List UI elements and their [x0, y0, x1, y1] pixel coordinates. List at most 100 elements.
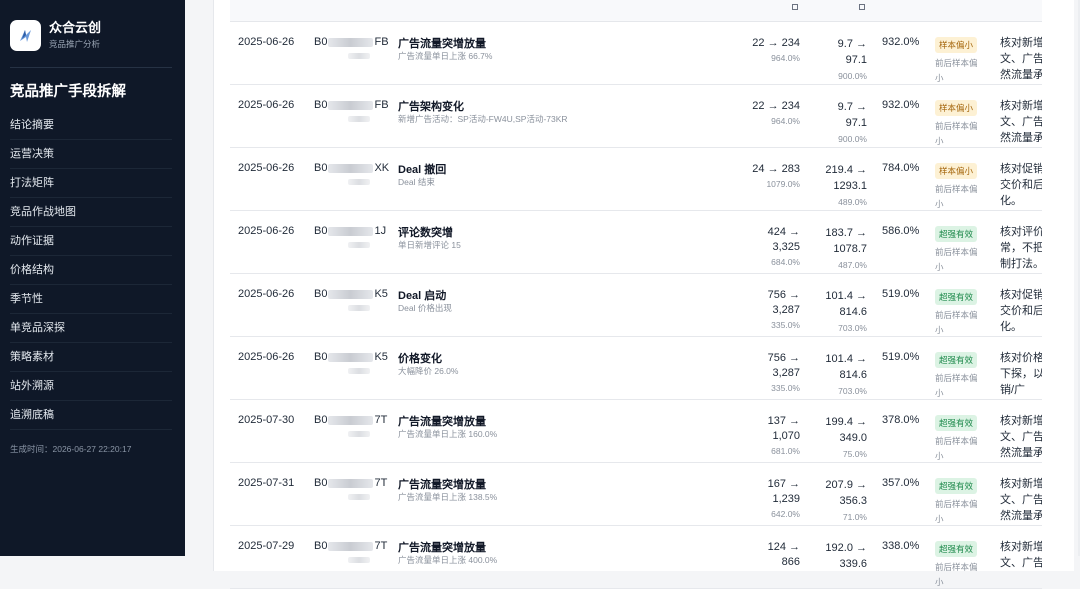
sort-icon[interactable]: [792, 4, 798, 10]
action-note: 核对新增文、广告然流量承: [1000, 415, 1042, 459]
table-row[interactable]: 2025-07-31 B0 7T 广告流量突增放量 广告流量单日上涨 138.5%…: [230, 463, 1042, 526]
table-row[interactable]: 2025-07-30 B0 7T 广告流量突增放量 广告流量单日上涨 160.0%…: [230, 400, 1042, 463]
metric1-change: 167 →: [767, 478, 800, 490]
status-badge: 超强有效: [935, 289, 978, 305]
asin[interactable]: B0 7T: [314, 414, 387, 426]
metric1-change: 424 →: [767, 226, 800, 238]
action-note: 核对新增文、广告: [1000, 541, 1042, 569]
metric2-pct: 703.0%: [838, 323, 867, 333]
sort-icon[interactable]: [859, 4, 865, 10]
asin[interactable]: B0 K5: [314, 351, 388, 363]
metric1: 22 → 234 964.0%: [752, 99, 800, 129]
event-title: 评论数突增: [398, 227, 453, 239]
status-badge: 样本偏小: [935, 37, 978, 53]
table-row[interactable]: 2025-06-26 B0 1J 评论数突增 单日新增评论 15 424 → 3,…: [230, 211, 1042, 274]
table-row[interactable]: 2025-07-29 B0 7T 广告流量突增放量 广告流量单日上涨 400.0%…: [230, 526, 1042, 589]
event-description: 广告流量单日上涨 160.0%: [398, 429, 498, 439]
asin-redaction: [348, 494, 370, 500]
metric2: 9.7 → 97.1 900.0%: [838, 36, 867, 84]
event-date: 2025-07-29: [238, 540, 295, 552]
generated-time: 生成时间：2026-06-27 22:20:17: [10, 444, 132, 454]
sidebar-item-decisions[interactable]: 运营决策: [10, 140, 172, 169]
event-description: 广告流量单日上涨 138.5%: [398, 492, 498, 502]
event-description: 单日新增评论 15: [398, 240, 461, 250]
table-row[interactable]: 2025-06-26 B0 K5 价格变化 大幅降价 26.0% 756 → 3,…: [230, 337, 1042, 400]
event-date: 2025-07-31: [238, 477, 295, 489]
status-badge: 超强有效: [935, 541, 978, 557]
total-change: 784.0%: [882, 162, 920, 174]
metric2: 207.9 → 356.3 71.0%: [825, 477, 867, 525]
sidebar-item-seasonality[interactable]: 季节性: [10, 285, 172, 314]
table-header: [230, 0, 1042, 22]
metric2-after: 97.1: [845, 54, 867, 66]
asin[interactable]: B0 7T: [314, 540, 387, 552]
asin-redaction: [348, 431, 370, 437]
sample-note: 前后样本偏小: [935, 499, 978, 524]
metric1-pct: 642.0%: [771, 509, 800, 519]
metric2-before: 9.7 →: [837, 38, 867, 50]
metric2-pct: 489.0%: [838, 197, 867, 207]
asin-prefix: B0: [314, 288, 328, 300]
metric1-after: 1,239: [772, 493, 800, 505]
sidebar-item-matrix[interactable]: 打法矩阵: [10, 169, 172, 198]
asin-prefix: B0: [314, 351, 328, 363]
event-title: Deal 启动: [398, 290, 447, 302]
brand-name: 众合云创: [49, 20, 102, 35]
asin-prefix: B0: [314, 540, 328, 552]
sidebar-item-evidence[interactable]: 动作证据: [10, 227, 172, 256]
metric1-after: 3,325: [772, 241, 800, 253]
table-row[interactable]: 2025-06-26 B0 FB 广告架构变化 新增广告活动：SP活动-FW4U,…: [230, 85, 1042, 148]
sidebar-item-summary[interactable]: 结论摘要: [10, 111, 172, 140]
sample-note: 前后样本偏小: [935, 562, 978, 587]
metric1-pct: 964.0%: [771, 116, 800, 126]
action-note: 核对评价常，不把制打法。: [1000, 226, 1042, 270]
brand-subtitle: 竞品推广分析: [49, 39, 101, 49]
total-change: 932.0%: [882, 36, 920, 48]
metric1-change: 124 →: [767, 541, 800, 553]
asin-suffix: 7T: [374, 477, 388, 489]
sample-note: 前后样本偏小: [935, 247, 978, 272]
event-date: 2025-06-26: [238, 99, 295, 111]
metric2-after: 339.6: [839, 558, 867, 570]
sidebar-item-price[interactable]: 价格结构: [10, 256, 172, 285]
asin-prefix: B0: [314, 162, 328, 174]
table-row[interactable]: 2025-06-26 B0 K5 Deal 启动 Deal 价格出现 756 → …: [230, 274, 1042, 337]
total-change: 586.0%: [882, 225, 920, 237]
metric1: 756 → 3,287 335.0%: [768, 288, 800, 333]
status-badge: 超强有效: [935, 352, 978, 368]
metric1-pct: 1079.0%: [766, 179, 800, 189]
status-badge: 样本偏小: [935, 100, 978, 116]
asin-redaction: [328, 37, 374, 47]
sidebar-item-offsite[interactable]: 站外溯源: [10, 372, 172, 401]
metric1-pct: 964.0%: [771, 53, 800, 63]
asin[interactable]: B0 XK: [314, 162, 389, 174]
asin[interactable]: B0 1J: [314, 225, 386, 237]
table-row[interactable]: 2025-06-26 B0 FB 广告流量突增放量 广告流量单日上涨 66.7% …: [230, 22, 1042, 85]
metric2: 199.4 → 349.0 75.0%: [825, 414, 867, 462]
event-title: 广告流量突增放量: [398, 416, 486, 428]
sidebar-item-materials[interactable]: 策略素材: [10, 343, 172, 372]
brand[interactable]: 众合云创 竞品推广分析: [10, 20, 101, 51]
metric2-after: 349.0: [839, 432, 867, 444]
asin[interactable]: B0 7T: [314, 477, 387, 489]
metric1-pct: 335.0%: [771, 383, 800, 393]
total-change: 519.0%: [882, 288, 920, 300]
sidebar-item-trace[interactable]: 追溯底稿: [10, 401, 172, 430]
sidebar-item-deep-dive[interactable]: 单竞品深探: [10, 314, 172, 343]
action-note: 核对价格下探，以销/广告。: [1000, 352, 1042, 396]
sidebar-item-battle-map[interactable]: 竞品作战地图: [10, 198, 172, 227]
asin[interactable]: B0 FB: [314, 36, 389, 48]
metric2: 101.4 → 814.6 703.0%: [825, 351, 867, 399]
table-row[interactable]: 2025-06-26 B0 XK Deal 撤回 Deal 结束 24 → 283…: [230, 148, 1042, 211]
asin-redaction: [348, 368, 370, 374]
metric1-after: 3,287: [772, 304, 800, 316]
asin-redaction: [348, 116, 370, 122]
asin-redaction: [328, 289, 374, 299]
asin[interactable]: B0 K5: [314, 288, 388, 300]
metric1-change: 756 →: [767, 352, 800, 364]
metric1-after: 866: [781, 556, 800, 568]
asin[interactable]: B0 FB: [314, 99, 389, 111]
asin-redaction: [328, 100, 374, 110]
metric1-after: 1,070: [772, 430, 800, 442]
metric1-pct: 335.0%: [771, 320, 800, 330]
